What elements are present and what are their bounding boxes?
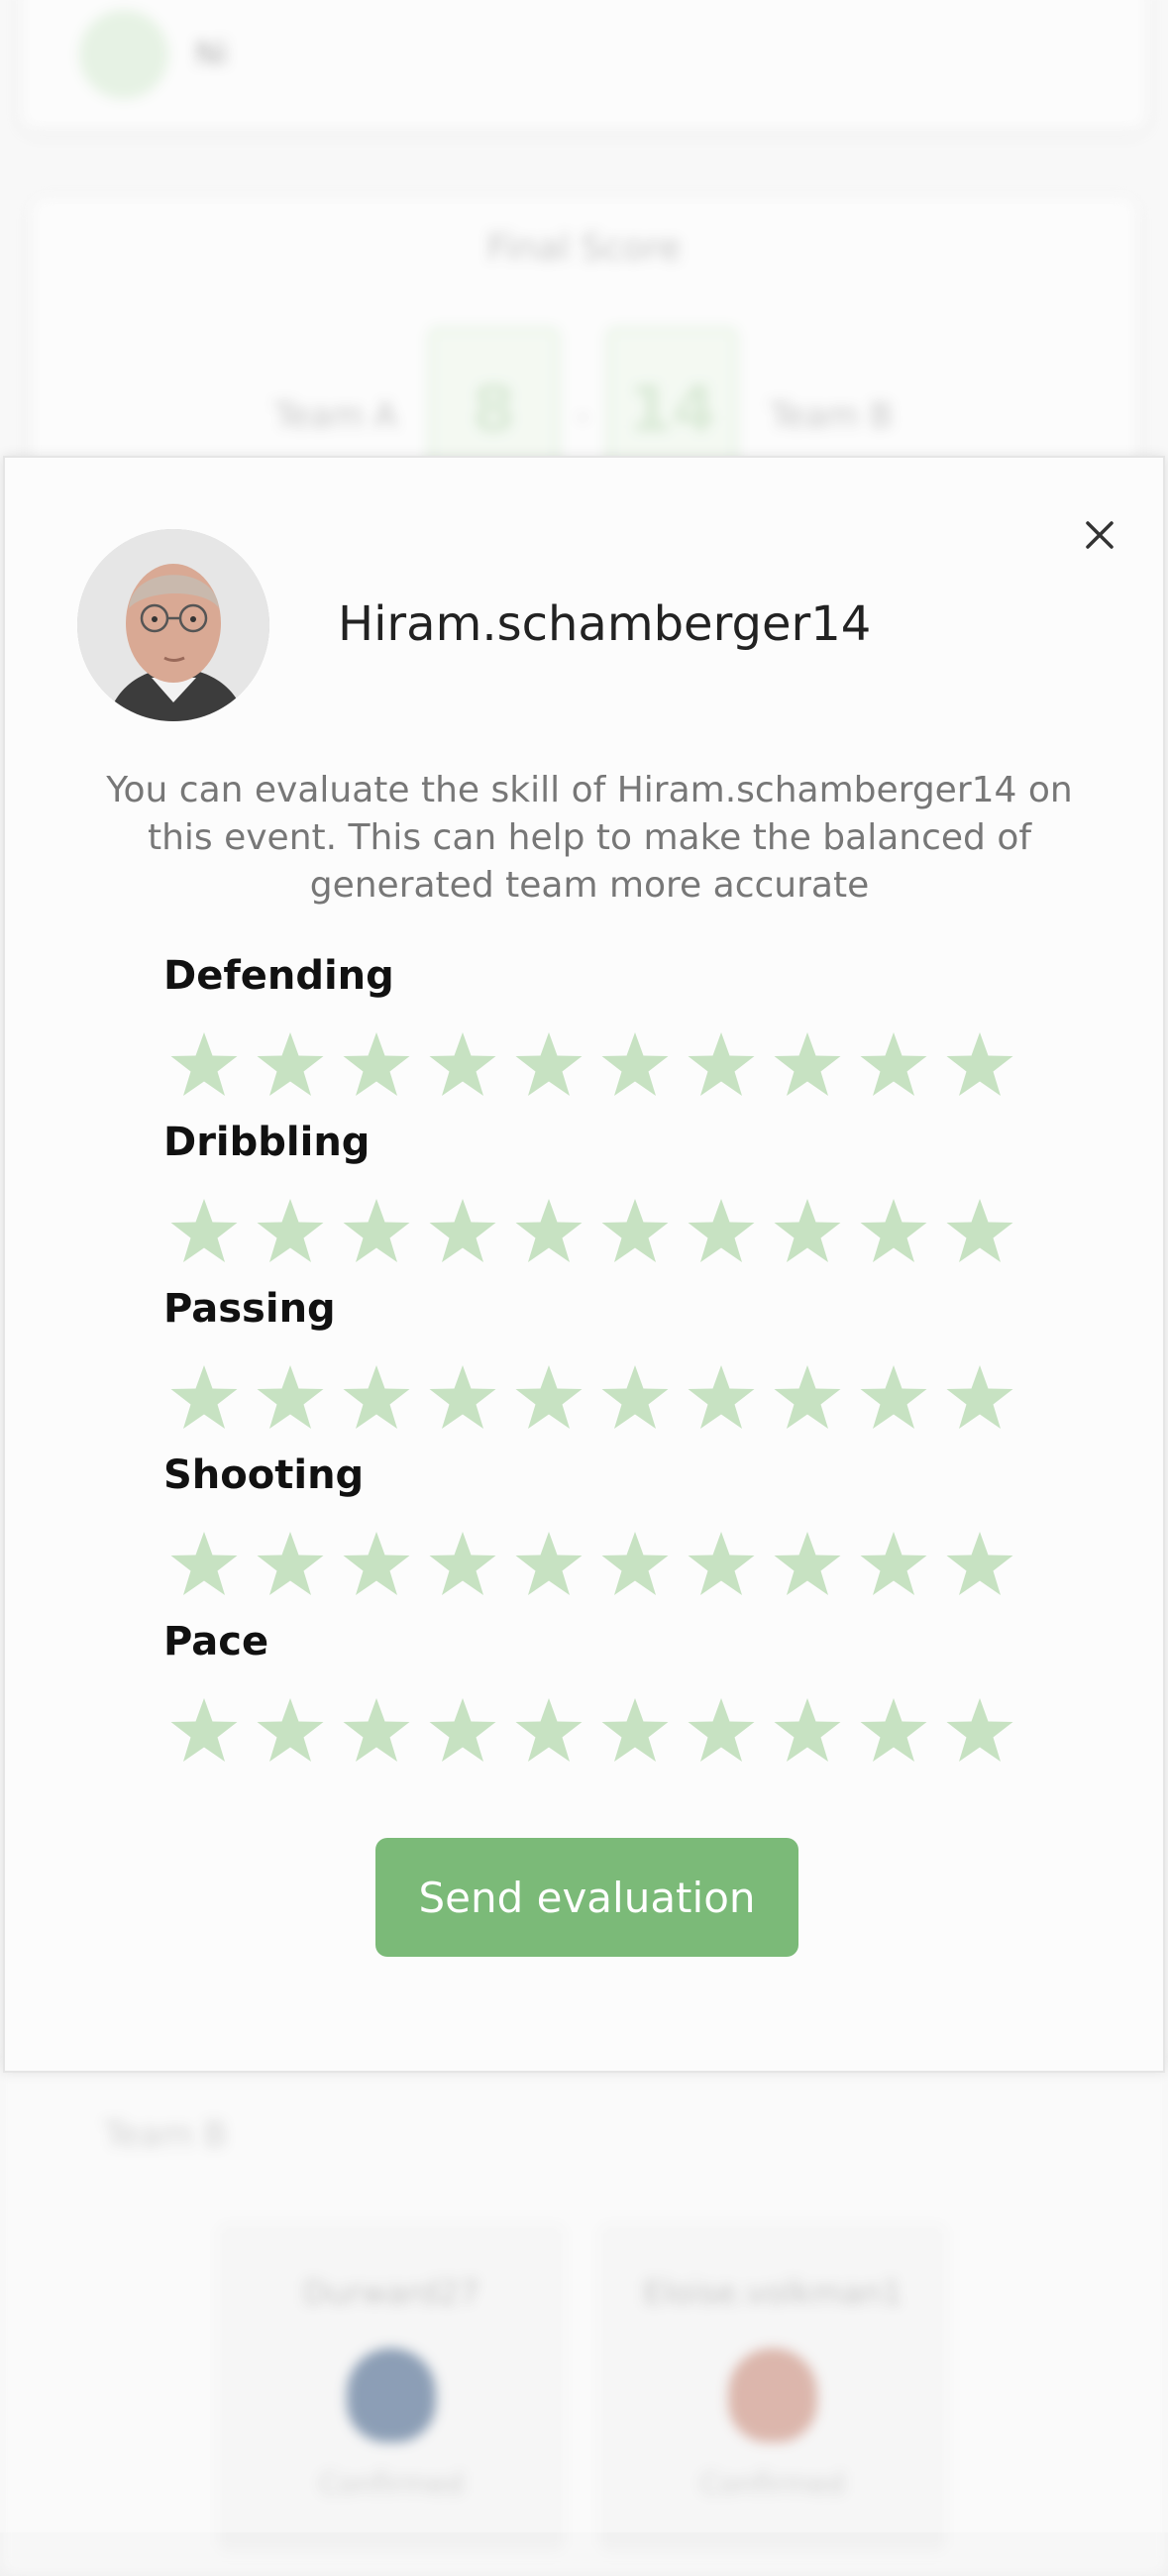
star-icon[interactable]	[678, 1194, 764, 1269]
star-icon[interactable]	[247, 1194, 333, 1269]
evaluated-user-name: Hiram.schamberger14	[338, 596, 872, 652]
star-icon[interactable]	[764, 1027, 850, 1103]
star-icon[interactable]	[505, 1360, 591, 1436]
star-icon[interactable]	[764, 1360, 850, 1436]
star-icon[interactable]	[850, 1027, 936, 1103]
star-icon[interactable]	[419, 1194, 505, 1269]
star-icon[interactable]	[850, 1194, 936, 1269]
skill-category-dribbling: Dribbling	[160, 1120, 1032, 1286]
star-icon[interactable]	[333, 1527, 419, 1602]
star-icon[interactable]	[678, 1527, 764, 1602]
star-icon[interactable]	[936, 1027, 1022, 1103]
skill-label: Dribbling	[163, 1120, 371, 1165]
close-icon	[1086, 521, 1114, 549]
star-rating	[160, 1360, 1022, 1436]
star-icon[interactable]	[419, 1360, 505, 1436]
star-icon[interactable]	[850, 1527, 936, 1602]
evaluation-description: You can evaluate the skill of Hiram.scha…	[106, 770, 1073, 906]
send-evaluation-button[interactable]: Send evaluation	[375, 1838, 798, 1957]
star-icon[interactable]	[591, 1027, 678, 1103]
star-icon[interactable]	[936, 1360, 1022, 1436]
star-icon[interactable]	[764, 1527, 850, 1602]
star-icon[interactable]	[505, 1027, 591, 1103]
evaluation-modal: Hiram.schamberger14 You can evaluate the…	[3, 456, 1165, 2073]
avatar	[77, 529, 269, 721]
star-icon[interactable]	[678, 1027, 764, 1103]
star-icon[interactable]	[247, 1360, 333, 1436]
star-icon[interactable]	[591, 1194, 678, 1269]
star-icon[interactable]	[160, 1360, 247, 1436]
star-icon[interactable]	[333, 1360, 419, 1436]
star-icon[interactable]	[247, 1527, 333, 1602]
star-icon[interactable]	[764, 1194, 850, 1269]
star-icon[interactable]	[936, 1527, 1022, 1602]
skill-categories: Defending Dribbling Passing Shooting Pace	[160, 953, 1032, 1785]
star-icon[interactable]	[591, 1527, 678, 1602]
star-rating	[160, 1194, 1022, 1269]
close-button[interactable]	[1075, 510, 1124, 560]
star-icon[interactable]	[764, 1693, 850, 1769]
star-icon[interactable]	[160, 1027, 247, 1103]
star-icon[interactable]	[850, 1360, 936, 1436]
star-icon[interactable]	[850, 1693, 936, 1769]
skill-category-shooting: Shooting	[160, 1452, 1032, 1619]
star-icon[interactable]	[333, 1693, 419, 1769]
star-icon[interactable]	[678, 1360, 764, 1436]
star-icon[interactable]	[591, 1693, 678, 1769]
skill-label: Shooting	[163, 1452, 365, 1498]
skill-label: Passing	[163, 1286, 336, 1332]
skill-label: Defending	[163, 953, 394, 999]
star-rating	[160, 1527, 1022, 1602]
skill-category-pace: Pace	[160, 1619, 1032, 1785]
star-icon[interactable]	[160, 1527, 247, 1602]
star-rating	[160, 1027, 1022, 1103]
star-rating	[160, 1693, 1022, 1769]
star-icon[interactable]	[591, 1360, 678, 1436]
star-icon[interactable]	[505, 1194, 591, 1269]
star-icon[interactable]	[678, 1693, 764, 1769]
star-icon[interactable]	[160, 1693, 247, 1769]
star-icon[interactable]	[936, 1693, 1022, 1769]
star-icon[interactable]	[505, 1527, 591, 1602]
star-icon[interactable]	[333, 1027, 419, 1103]
star-icon[interactable]	[419, 1027, 505, 1103]
star-icon[interactable]	[419, 1693, 505, 1769]
skill-category-passing: Passing	[160, 1286, 1032, 1452]
star-icon[interactable]	[247, 1027, 333, 1103]
star-icon[interactable]	[247, 1693, 333, 1769]
star-icon[interactable]	[160, 1194, 247, 1269]
star-icon[interactable]	[936, 1194, 1022, 1269]
user-photo	[77, 529, 269, 721]
star-icon[interactable]	[419, 1527, 505, 1602]
skill-label: Pace	[163, 1619, 269, 1664]
star-icon[interactable]	[333, 1194, 419, 1269]
skill-category-defending: Defending	[160, 953, 1032, 1120]
star-icon[interactable]	[505, 1693, 591, 1769]
